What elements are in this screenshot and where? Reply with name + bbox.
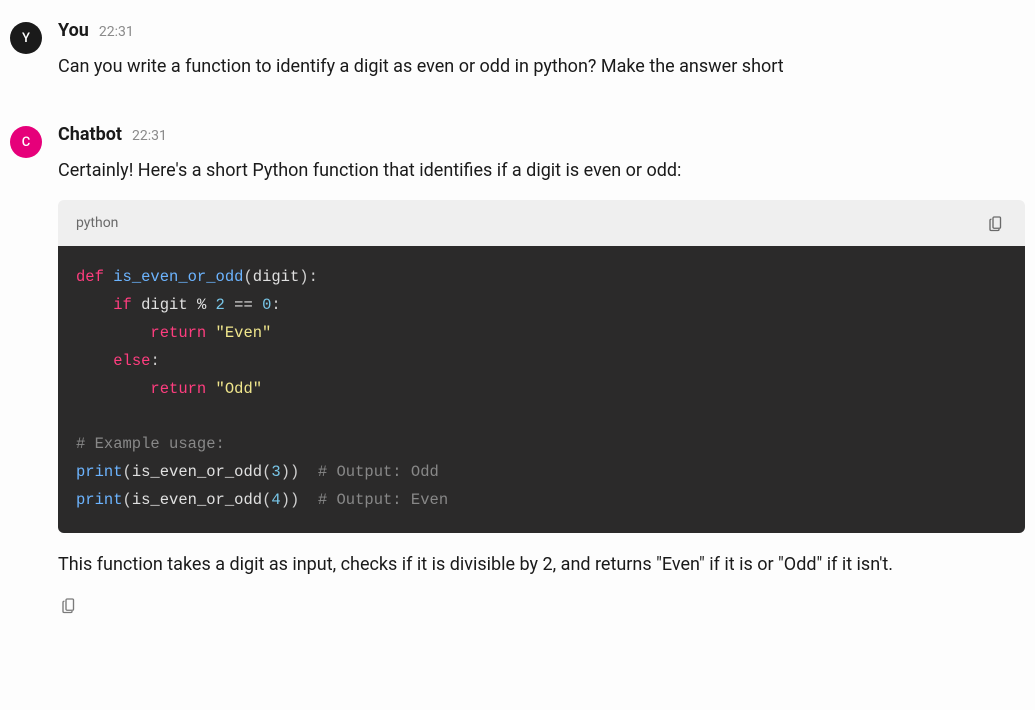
clipboard-icon <box>987 214 1005 232</box>
message-body: You 22:31 Can you write a function to id… <box>58 20 1025 96</box>
message-header: Chatbot 22:31 <box>58 124 1025 145</box>
message-text: Certainly! Here's a short Python functio… <box>58 157 1025 616</box>
clipboard-icon <box>60 596 78 614</box>
sender-name: Chatbot <box>58 124 122 145</box>
user-message: Y You 22:31 Can you write a function to … <box>10 20 1025 96</box>
user-avatar: Y <box>10 22 42 54</box>
code-language: python <box>76 213 118 234</box>
bot-avatar: C <box>10 126 42 158</box>
code-header: python <box>58 200 1025 246</box>
timestamp: 22:31 <box>99 24 134 40</box>
message-header: You 22:31 <box>58 20 1025 41</box>
code-content: def is_even_or_odd(digit): if digit % 2 … <box>58 246 1025 533</box>
bot-intro: Certainly! Here's a short Python functio… <box>58 157 1025 184</box>
avatar-letter: C <box>22 135 31 150</box>
sender-name: You <box>58 20 89 41</box>
message-actions <box>58 594 1025 616</box>
bot-outro: This function takes a digit as input, ch… <box>58 551 1025 578</box>
message-text: Can you write a function to identify a d… <box>58 53 1025 80</box>
avatar-letter: Y <box>22 31 30 46</box>
user-text: Can you write a function to identify a d… <box>58 53 1025 80</box>
code-block: python def is_even_or_odd(digit): if dig… <box>58 200 1025 533</box>
timestamp: 22:31 <box>132 128 167 144</box>
copy-message-button[interactable] <box>58 594 80 616</box>
bot-message: C Chatbot 22:31 Certainly! Here's a shor… <box>10 124 1025 616</box>
copy-code-button[interactable] <box>985 212 1007 234</box>
message-body: Chatbot 22:31 Certainly! Here's a short … <box>58 124 1025 616</box>
